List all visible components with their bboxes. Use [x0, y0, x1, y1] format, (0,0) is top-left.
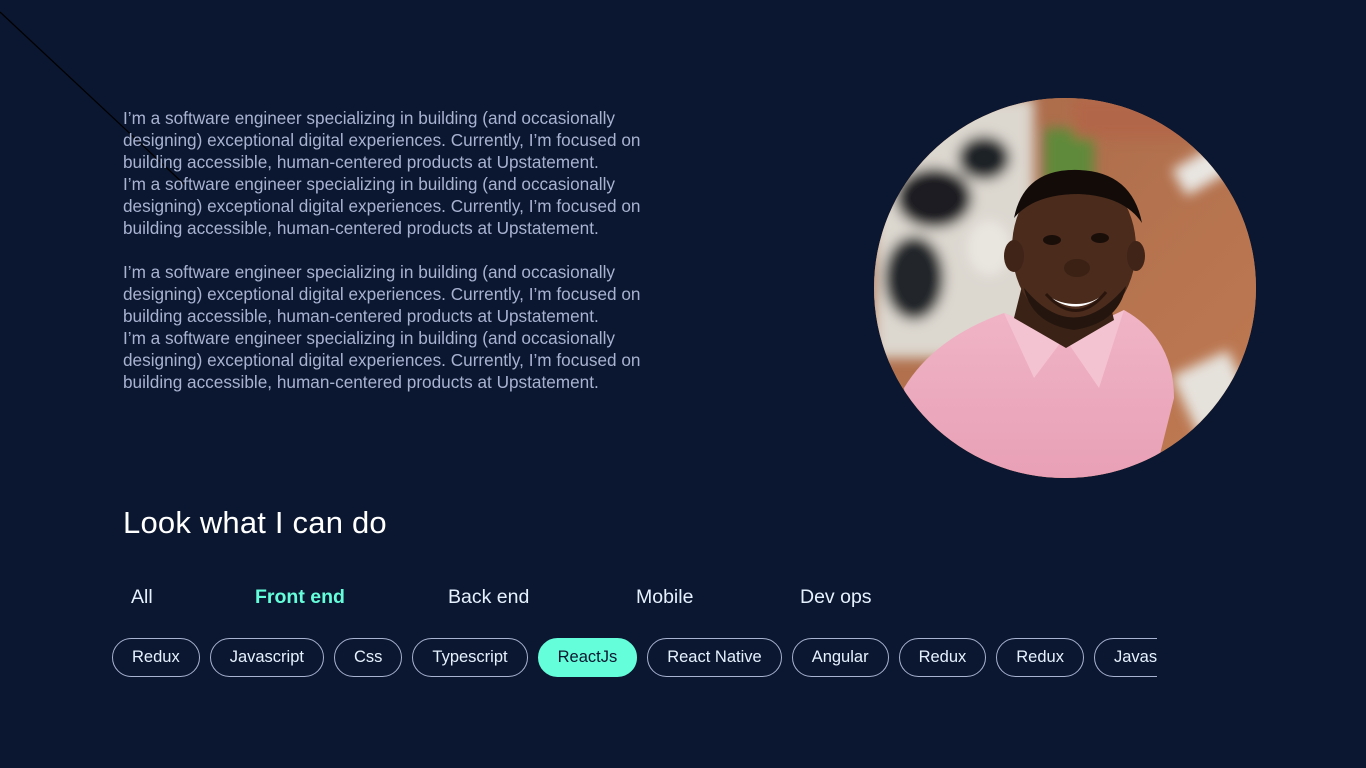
- skill-category-tabs: All Front end Back end Mobile Dev ops: [0, 584, 1000, 612]
- skill-chips-scroller[interactable]: Redux Javascript Css Typescript ReactJs …: [112, 638, 1157, 678]
- skill-chip[interactable]: Javascript: [209, 638, 324, 677]
- bio-paragraph: I’m a software engineer specializing in …: [123, 328, 641, 392]
- tab-all[interactable]: All: [131, 584, 153, 610]
- tab-front-end[interactable]: Front end: [255, 584, 345, 610]
- skill-chip[interactable]: Javascript: [1093, 638, 1157, 677]
- tab-mobile[interactable]: Mobile: [636, 584, 693, 610]
- portfolio-page: I’m a software engineer specializing in …: [0, 0, 1366, 768]
- skill-chip[interactable]: Redux: [996, 638, 1084, 677]
- bio-paragraph: I’m a software engineer specializing in …: [123, 108, 641, 172]
- skills-heading: Look what I can do: [123, 505, 387, 540]
- skill-chip-selected[interactable]: ReactJs: [537, 638, 638, 677]
- bio-paragraph: I’m a software engineer specializing in …: [123, 174, 641, 238]
- profile-portrait-image: [874, 98, 1256, 478]
- bio-paragraph: I’m a software engineer specializing in …: [123, 262, 641, 326]
- profile-photo: [874, 98, 1256, 478]
- skill-chip[interactable]: Redux: [898, 638, 987, 677]
- about-bio: I’m a software engineer specializing in …: [123, 107, 683, 393]
- skill-chip[interactable]: Redux: [112, 638, 200, 677]
- skill-chip[interactable]: Angular: [791, 638, 889, 677]
- skill-chip[interactable]: React Native: [647, 638, 782, 677]
- tab-back-end[interactable]: Back end: [448, 584, 529, 610]
- tab-dev-ops[interactable]: Dev ops: [800, 584, 872, 610]
- skill-chip[interactable]: Typescript: [412, 638, 528, 677]
- skill-chip[interactable]: Css: [333, 638, 403, 677]
- skill-chips-list: Redux Javascript Css Typescript ReactJs …: [112, 638, 1157, 678]
